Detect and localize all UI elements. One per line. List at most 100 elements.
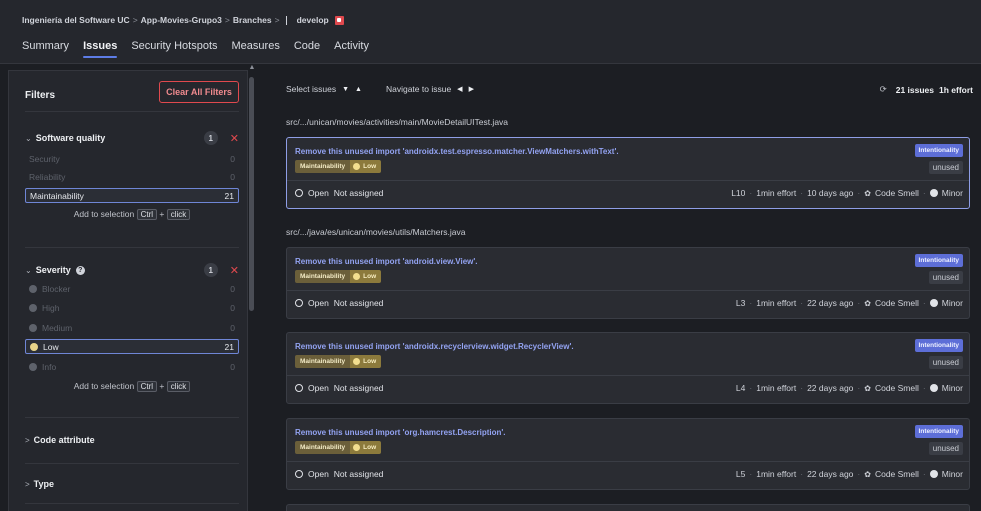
tab-summary[interactable]: Summary	[22, 40, 69, 58]
severity-label: Low	[350, 160, 382, 173]
divider	[25, 247, 239, 248]
issue-status: Open Not assigned	[295, 383, 383, 393]
issue-card[interactable]: Remove this unused import 'androidx.test…	[286, 137, 970, 209]
breadcrumb-branch[interactable]: develop	[297, 15, 329, 25]
breadcrumb-separator: >	[274, 15, 280, 25]
issue-tag[interactable]: unused	[928, 271, 963, 284]
tab-issues[interactable]: Issues	[83, 40, 118, 58]
refresh-icon[interactable]: ⟳	[880, 84, 887, 95]
issue-tag[interactable]: unused	[928, 161, 963, 174]
project-tabs: Summary Issues Security Hotspots Measure…	[22, 40, 369, 58]
facet-item-count: 21	[224, 190, 234, 201]
issue-tag[interactable]: unused	[928, 356, 963, 369]
issues-total: ⟳ 21 issues 1h effort	[880, 84, 973, 95]
issue-age: 22 days ago	[807, 298, 854, 308]
facet-item-security[interactable]: Security 0	[25, 151, 239, 166]
kbd-click: click	[166, 209, 191, 220]
status-text[interactable]: Open	[308, 188, 329, 198]
sidebar-scrollbar-thumb[interactable]	[249, 77, 254, 311]
tab-security-hotspots[interactable]: Security Hotspots	[131, 40, 217, 58]
issue-type: Code Smell	[874, 298, 919, 308]
quality-label: Maintainability	[295, 441, 351, 454]
meta-separator: ·	[857, 188, 861, 198]
issue-message-link[interactable]: Remove this unused import 'org.hamcrest.…	[295, 428, 506, 437]
facet-item-medium[interactable]: Medium 0	[25, 320, 239, 335]
issue-card[interactable]: Remove this unused import 'android.view.…	[286, 247, 970, 319]
issue-effort: 1min effort	[756, 188, 797, 198]
code-smell-icon: ✿	[864, 298, 871, 308]
severity-label: Low	[350, 270, 382, 283]
severity-text: Low	[363, 444, 377, 451]
severity-medium-icon	[29, 323, 37, 332]
severity-low-icon	[30, 342, 38, 351]
tab-code[interactable]: Code	[294, 40, 320, 58]
issue-message-link[interactable]: Remove this unused import 'androidx.test…	[295, 147, 619, 156]
issue-type: Code Smell	[874, 383, 919, 393]
facet-item-low[interactable]: Low 21	[25, 339, 239, 354]
issue-card[interactable]	[286, 504, 970, 511]
tab-measures[interactable]: Measures	[232, 40, 280, 58]
facet-item-info[interactable]: Info 0	[25, 359, 239, 374]
tab-activity[interactable]: Activity	[334, 40, 369, 58]
status-text[interactable]: Open	[308, 298, 329, 308]
issue-impact: Minor	[941, 469, 963, 479]
navigate-prev-icon[interactable]: ◀	[457, 85, 462, 93]
breadcrumb-separator: >	[224, 15, 230, 25]
facet-title: Type	[33, 479, 55, 489]
assignee-text[interactable]: Not assigned	[334, 298, 384, 308]
facet-item-maintainability[interactable]: Maintainability 21	[25, 188, 239, 203]
severity-text: Low	[363, 358, 377, 365]
clear-all-filters-button[interactable]: Clear All Filters	[159, 81, 239, 103]
chevron-down-icon: ⌄	[25, 133, 32, 143]
issue-message-link[interactable]: Remove this unused import 'androidx.recy…	[295, 342, 574, 351]
facet-item-count: 0	[230, 153, 235, 164]
facet-item-label: Security	[29, 153, 60, 164]
divider	[25, 111, 239, 112]
facet-item-blocker[interactable]: Blocker 0	[25, 281, 239, 296]
facet-item-count: 21	[224, 341, 234, 352]
breadcrumb-project[interactable]: App-Movies-Grupo3	[141, 15, 222, 25]
facet-item-high[interactable]: High 0	[25, 300, 239, 315]
top-bar: Ingeniería del Software UC > App-Movies-…	[0, 0, 981, 64]
select-prev-icon[interactable]: ▲	[355, 86, 362, 93]
status-text[interactable]: Open	[308, 383, 329, 393]
facet-item-count: 0	[230, 283, 235, 294]
navigate-next-icon[interactable]: ▶	[469, 85, 474, 93]
issue-line[interactable]: L5	[736, 469, 745, 479]
facet-item-reliability[interactable]: Reliability 0	[25, 169, 239, 184]
file-path[interactable]: src/.../unican/movies/activities/main/Mo…	[286, 117, 508, 127]
breadcrumb-branches[interactable]: Branches	[233, 15, 272, 25]
assignee-text[interactable]: Not assigned	[334, 469, 384, 479]
facet-severity-header[interactable]: ⌄ Severity ? 1 ✕	[25, 263, 239, 277]
facet-item-label: Blocker	[42, 283, 71, 294]
issue-card[interactable]: Remove this unused import 'androidx.recy…	[286, 332, 970, 404]
status-text[interactable]: Open	[308, 469, 329, 479]
meta-separator: ·	[800, 469, 804, 479]
file-path[interactable]: src/.../java/es/unican/movies/utils/Matc…	[286, 227, 466, 237]
issue-message-link[interactable]: Remove this unused import 'android.view.…	[295, 257, 478, 266]
assignee-text[interactable]: Not assigned	[334, 188, 384, 198]
issue-meta: L5 · 1min effort · 22 days ago · ✿ Code …	[736, 469, 963, 479]
card-divider	[287, 290, 969, 291]
select-next-icon[interactable]: ▼	[342, 86, 349, 93]
quality-label: Maintainability	[295, 160, 351, 173]
clear-facet-icon[interactable]: ✕	[230, 132, 239, 145]
clear-facet-icon[interactable]: ✕	[230, 264, 239, 277]
facet-software-quality-header[interactable]: ⌄ Software quality 1 ✕	[25, 131, 239, 145]
scroll-up-icon[interactable]: ▲	[248, 64, 256, 71]
facet-code-attribute-header[interactable]: > Code attribute	[25, 435, 239, 445]
issue-card[interactable]: Remove this unused import 'org.hamcrest.…	[286, 418, 970, 490]
facet-type-header[interactable]: > Type	[25, 479, 239, 489]
issue-line[interactable]: L4	[736, 383, 745, 393]
code-smell-icon: ✿	[864, 469, 871, 479]
meta-separator: ·	[800, 383, 804, 393]
breadcrumb-org[interactable]: Ingeniería del Software UC	[22, 15, 130, 25]
help-icon[interactable]: ?	[75, 265, 85, 275]
assignee-text[interactable]: Not assigned	[334, 383, 384, 393]
facet-count-badge: 1	[203, 263, 218, 277]
issue-line[interactable]: L10	[731, 188, 745, 198]
issue-tag[interactable]: unused	[928, 442, 963, 455]
severity-info-icon	[29, 362, 37, 371]
severity-high-icon	[29, 303, 37, 312]
issue-line[interactable]: L3	[736, 298, 745, 308]
